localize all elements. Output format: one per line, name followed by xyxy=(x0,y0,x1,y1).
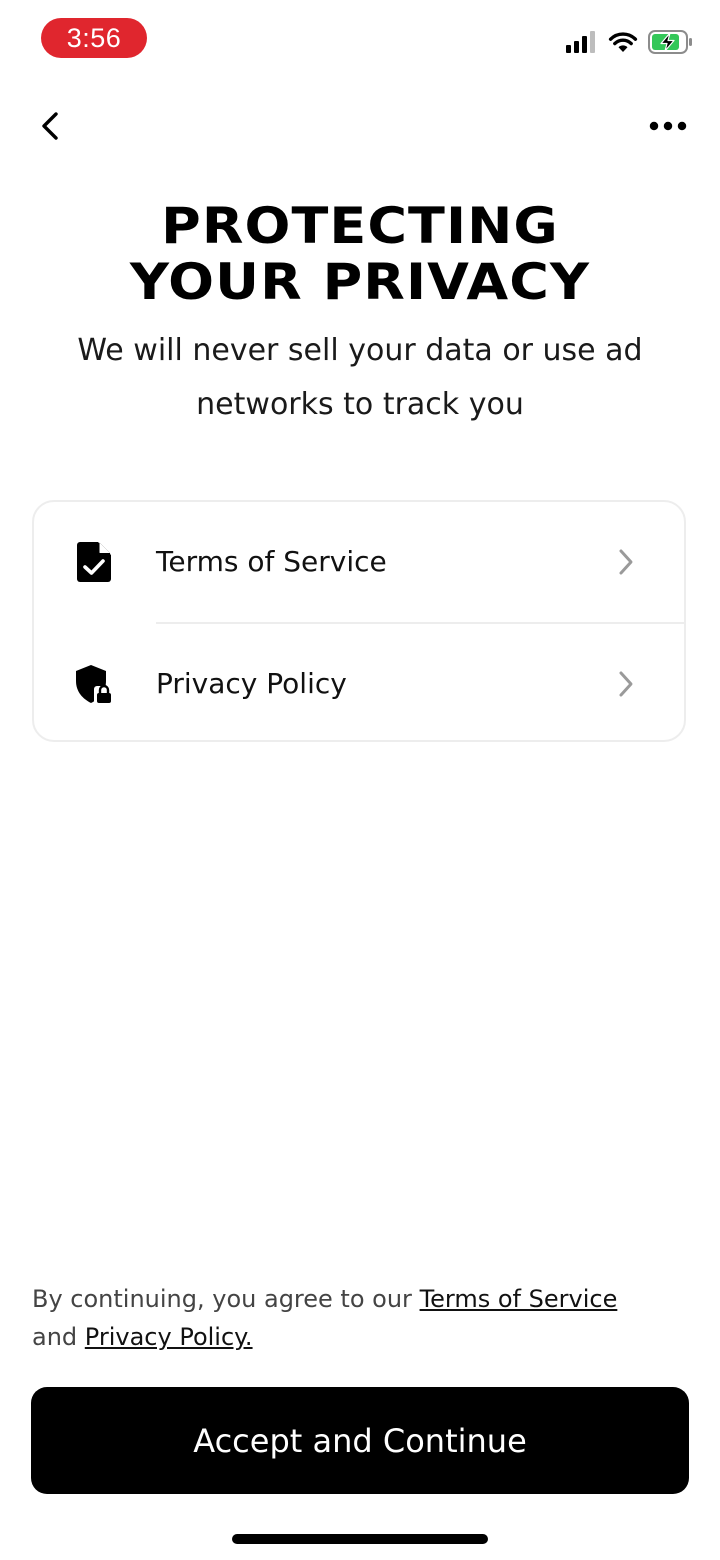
status-time: 3:56 xyxy=(41,18,147,58)
home-indicator[interactable] xyxy=(232,1534,488,1544)
shield-lock-icon xyxy=(74,664,114,704)
back-button[interactable] xyxy=(30,106,70,146)
privacy-screen: 3:56 PROTECTING YOUR PRIVACY We will nev… xyxy=(0,0,720,1560)
legal-links-card: Terms of Service Privacy Policy xyxy=(32,500,686,742)
signal-icon xyxy=(566,31,598,57)
page-subtitle-line-1: We will never sell your data or use ad xyxy=(77,333,643,368)
privacy-policy-link[interactable]: Privacy Policy. xyxy=(85,1323,253,1351)
privacy-policy-label: Privacy Policy xyxy=(156,667,347,700)
more-horizontal-icon xyxy=(649,121,687,131)
consent-middle: and xyxy=(32,1323,78,1351)
page-title-line-1: PROTECTING xyxy=(161,197,559,255)
accept-and-continue-button[interactable]: Accept and Continue xyxy=(31,1387,689,1494)
chevron-right-icon xyxy=(619,671,633,697)
wifi-icon xyxy=(608,31,638,57)
chevron-right-icon xyxy=(619,549,633,575)
terms-of-service-label: Terms of Service xyxy=(156,545,387,578)
terms-of-service-link[interactable]: Terms of Service xyxy=(420,1285,618,1313)
chevron-left-icon xyxy=(42,112,58,140)
consent-prefix: By continuing, you agree to our xyxy=(32,1285,412,1313)
privacy-policy-row[interactable]: Privacy Policy xyxy=(34,624,684,740)
more-options-button[interactable] xyxy=(646,106,690,146)
battery-charging-icon xyxy=(648,30,694,58)
terms-of-service-row[interactable]: Terms of Service xyxy=(34,502,684,622)
page-subtitle-line-2: networks to track you xyxy=(196,387,524,422)
status-icons xyxy=(566,30,694,58)
page-subtitle: We will never sell your data or use ad n… xyxy=(50,324,670,432)
page-title-line-2: YOUR PRIVACY xyxy=(129,253,591,311)
page-title: PROTECTING YOUR PRIVACY xyxy=(14,198,705,310)
consent-text: By continuing, you agree to our Terms of… xyxy=(32,1280,680,1356)
document-check-icon xyxy=(74,542,114,582)
